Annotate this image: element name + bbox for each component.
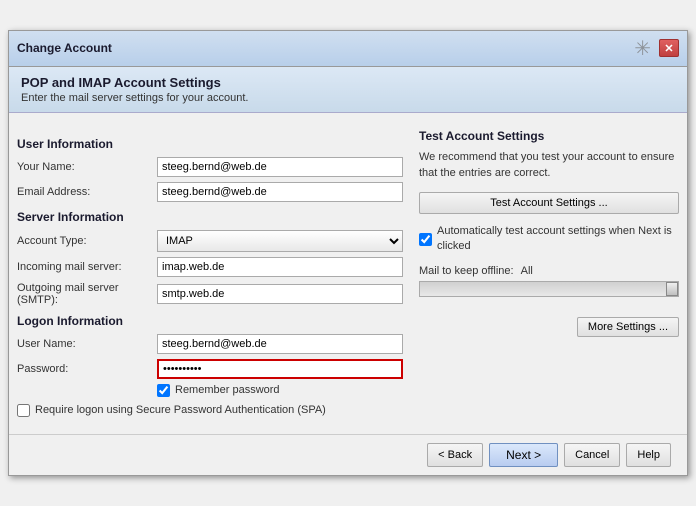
user-info-title: User Information bbox=[17, 137, 403, 151]
password-row: Password: bbox=[17, 359, 403, 379]
offline-label: Mail to keep offline: All bbox=[419, 265, 679, 277]
account-type-row: Account Type: IMAP POP3 bbox=[17, 230, 403, 252]
close-button[interactable]: ✕ bbox=[659, 39, 679, 57]
section-header: POP and IMAP Account Settings Enter the … bbox=[9, 67, 687, 113]
username-label: User Name: bbox=[17, 338, 157, 350]
more-settings-button[interactable]: More Settings ... bbox=[577, 317, 679, 337]
offline-label-text: Mail to keep offline: bbox=[419, 265, 514, 277]
auto-test-label: Automatically test account settings when… bbox=[437, 224, 679, 255]
offline-value-text: All bbox=[521, 265, 533, 277]
offline-slider[interactable] bbox=[419, 281, 679, 297]
offline-mail-section: Mail to keep offline: All bbox=[419, 265, 679, 297]
logon-info-title: Logon Information bbox=[17, 314, 403, 328]
loading-icon: ✳ bbox=[634, 36, 651, 61]
section-subtitle: Enter the mail server settings for your … bbox=[21, 92, 675, 104]
main-body: User Information Your Name: Email Addres… bbox=[9, 125, 687, 426]
require-logon-row: Require logon using Secure Password Auth… bbox=[17, 403, 403, 418]
outgoing-label: Outgoing mail server (SMTP): bbox=[17, 282, 157, 306]
remember-password-label: Remember password bbox=[175, 384, 280, 396]
email-row: Email Address: bbox=[17, 182, 403, 202]
auto-test-checkbox[interactable] bbox=[419, 233, 432, 246]
incoming-label: Incoming mail server: bbox=[17, 261, 157, 273]
your-name-row: Your Name: bbox=[17, 157, 403, 177]
footer: < Back Next > Cancel Help bbox=[9, 434, 687, 475]
username-input[interactable] bbox=[157, 334, 403, 354]
next-button[interactable]: Next > bbox=[489, 443, 558, 467]
require-logon-checkbox[interactable] bbox=[17, 404, 30, 417]
email-label: Email Address: bbox=[17, 186, 157, 198]
cancel-button[interactable]: Cancel bbox=[564, 443, 620, 467]
email-input[interactable] bbox=[157, 182, 403, 202]
right-panel-title: Test Account Settings bbox=[419, 129, 679, 143]
password-label: Password: bbox=[17, 363, 157, 375]
help-button[interactable]: Help bbox=[626, 443, 671, 467]
section-title: POP and IMAP Account Settings bbox=[21, 75, 675, 90]
auto-test-row: Automatically test account settings when… bbox=[419, 224, 679, 255]
right-panel: Test Account Settings We recommend that … bbox=[419, 129, 679, 422]
slider-container bbox=[419, 281, 679, 297]
title-bar: Change Account ✳ ✕ bbox=[9, 31, 687, 67]
test-account-settings-button[interactable]: Test Account Settings ... bbox=[419, 192, 679, 214]
more-settings-row: More Settings ... bbox=[419, 317, 679, 337]
require-logon-label: Require logon using Secure Password Auth… bbox=[35, 403, 326, 418]
window-title: Change Account bbox=[17, 41, 112, 55]
remember-password-row: Remember password bbox=[157, 384, 403, 397]
right-panel-description: We recommend that you test your account … bbox=[419, 149, 679, 182]
outgoing-input[interactable] bbox=[157, 284, 403, 304]
remember-password-checkbox[interactable] bbox=[157, 384, 170, 397]
your-name-label: Your Name: bbox=[17, 161, 157, 173]
main-window: Change Account ✳ ✕ POP and IMAP Account … bbox=[8, 30, 688, 476]
outgoing-mail-row: Outgoing mail server (SMTP): bbox=[17, 282, 403, 306]
incoming-input[interactable] bbox=[157, 257, 403, 277]
title-bar-right: ✳ ✕ bbox=[634, 36, 679, 61]
left-panel: User Information Your Name: Email Addres… bbox=[17, 129, 403, 422]
account-type-label: Account Type: bbox=[17, 235, 157, 247]
incoming-mail-row: Incoming mail server: bbox=[17, 257, 403, 277]
password-input[interactable] bbox=[157, 359, 403, 379]
username-row: User Name: bbox=[17, 334, 403, 354]
your-name-input[interactable] bbox=[157, 157, 403, 177]
server-info-title: Server Information bbox=[17, 210, 403, 224]
account-type-select[interactable]: IMAP POP3 bbox=[157, 230, 403, 252]
back-button[interactable]: < Back bbox=[427, 443, 483, 467]
